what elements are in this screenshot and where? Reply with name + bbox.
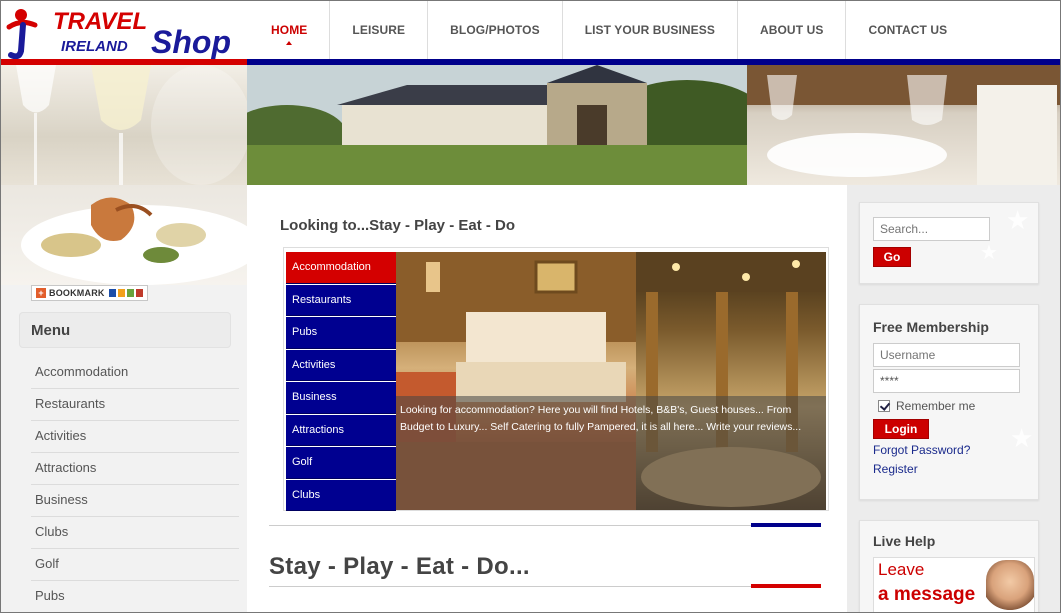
header-banner bbox=[1, 65, 1060, 185]
search-input[interactable] bbox=[873, 217, 990, 241]
tab-activities[interactable]: Activities bbox=[286, 349, 396, 381]
sidebar-menu: Accommodation Restaurants Activities Att… bbox=[31, 357, 239, 612]
banner-wineglasses-image bbox=[1, 65, 247, 185]
tab-pubs[interactable]: Pubs bbox=[286, 317, 396, 349]
social-icon bbox=[108, 289, 116, 297]
nav-blog-photos[interactable]: BLOG/PHOTOS bbox=[428, 1, 563, 59]
category-slideshow: Accommodation Restaurants Pubs Activitie… bbox=[283, 247, 829, 511]
sidebar-item-accommodation[interactable]: Accommodation bbox=[31, 357, 239, 389]
slide-caption: Looking for accommodation? Here you will… bbox=[396, 396, 826, 510]
tab-accommodation[interactable]: Accommodation bbox=[286, 252, 396, 284]
nav-contact-us[interactable]: CONTACT US bbox=[846, 1, 969, 59]
login-button[interactable]: Login bbox=[873, 419, 929, 439]
divider-accent bbox=[751, 523, 821, 527]
main-content: Looking to...Stay - Play - Eat - Do Acco… bbox=[247, 185, 847, 612]
tab-business[interactable]: Business bbox=[286, 382, 396, 414]
tab-clubs[interactable]: Clubs bbox=[286, 479, 396, 511]
social-icon bbox=[126, 289, 134, 297]
remember-me-checkbox[interactable] bbox=[878, 400, 890, 412]
left-sidebar: + BOOKMARK Menu Accommodation Restaurant… bbox=[1, 185, 247, 612]
tab-attractions[interactable]: Attractions bbox=[286, 414, 396, 446]
main-nav: HOME LEISURE BLOG/PHOTOS LIST YOUR BUSIN… bbox=[249, 1, 969, 59]
slide-image[interactable]: Looking for accommodation? Here you will… bbox=[396, 252, 826, 510]
remember-me[interactable]: Remember me bbox=[878, 399, 975, 413]
social-icons bbox=[108, 289, 143, 297]
star-icon: ★ bbox=[1010, 423, 1034, 453]
forgot-password-link[interactable]: Forgot Password? bbox=[873, 443, 970, 457]
sidebar-item-golf[interactable]: Golf bbox=[31, 549, 239, 581]
section-heading: Looking to...Stay - Play - Eat - Do bbox=[280, 217, 516, 234]
divider bbox=[269, 586, 821, 587]
sidebar-item-clubs[interactable]: Clubs bbox=[31, 517, 239, 549]
menu-title: Menu bbox=[31, 322, 71, 339]
membership-widget: ★ Free Membership Remember me Login Forg… bbox=[859, 304, 1039, 500]
nav-home[interactable]: HOME bbox=[249, 1, 331, 59]
nav-leisure[interactable]: LEISURE bbox=[330, 1, 429, 59]
search-go-button[interactable]: Go bbox=[873, 247, 911, 267]
right-sidebar: ★ ★ Go ★ Free Membership Remember me Log… bbox=[847, 185, 1060, 612]
svg-text:IRELAND: IRELAND bbox=[61, 38, 128, 55]
active-caret-icon bbox=[286, 41, 293, 45]
remember-me-label: Remember me bbox=[896, 399, 976, 413]
category-tabs: Accommodation Restaurants Pubs Activitie… bbox=[286, 252, 396, 512]
page: TRAVEL IRELAND Shop HOME LEISURE BLOG/PH… bbox=[0, 0, 1061, 613]
svg-text:Shop: Shop bbox=[151, 24, 231, 60]
live-help-title: Live Help bbox=[873, 533, 936, 549]
slide-caption-text: Looking for accommodation? Here you will… bbox=[400, 404, 802, 433]
star-icon: ★ bbox=[980, 242, 998, 264]
divider bbox=[269, 525, 821, 526]
nav-about-us[interactable]: ABOUT US bbox=[738, 1, 847, 59]
register-link[interactable]: Register bbox=[873, 462, 918, 476]
sidebar-item-restaurants[interactable]: Restaurants bbox=[31, 389, 239, 421]
bookmark-button[interactable]: + BOOKMARK bbox=[31, 285, 148, 301]
site-logo[interactable]: TRAVEL IRELAND Shop bbox=[5, 5, 247, 61]
sidebar-item-activities[interactable]: Activities bbox=[31, 421, 239, 453]
sidebar-item-attractions[interactable]: Attractions bbox=[31, 453, 239, 485]
sidebar-item-pubs[interactable]: Pubs bbox=[31, 581, 239, 612]
leave-message-button[interactable]: Leave a message bbox=[873, 557, 1035, 612]
page-title: Stay - Play - Eat - Do... bbox=[269, 553, 530, 580]
sidebar-item-business[interactable]: Business bbox=[31, 485, 239, 517]
header: TRAVEL IRELAND Shop HOME LEISURE BLOG/PH… bbox=[1, 1, 1060, 63]
password-field[interactable] bbox=[873, 369, 1020, 393]
nav-list-your-business[interactable]: LIST YOUR BUSINESS bbox=[563, 1, 738, 59]
tab-golf[interactable]: Golf bbox=[286, 447, 396, 479]
support-agent-avatar bbox=[986, 560, 1034, 612]
live-help-widget: Live Help Leave a message bbox=[859, 520, 1039, 612]
social-icon bbox=[117, 289, 125, 297]
food-image bbox=[1, 185, 247, 285]
tab-restaurants[interactable]: Restaurants bbox=[286, 284, 396, 316]
menu-header: Menu bbox=[19, 312, 231, 348]
social-icon bbox=[135, 289, 143, 297]
banner-hotel-image bbox=[247, 65, 747, 185]
username-field[interactable] bbox=[873, 343, 1020, 367]
star-icon: ★ bbox=[1006, 205, 1030, 235]
search-widget: ★ ★ Go bbox=[859, 202, 1039, 284]
add-icon: + bbox=[36, 288, 46, 298]
svg-text:TRAVEL: TRAVEL bbox=[53, 8, 147, 35]
banner-dining-image bbox=[747, 65, 1060, 185]
divider-accent bbox=[751, 584, 821, 588]
membership-title: Free Membership bbox=[873, 319, 989, 335]
